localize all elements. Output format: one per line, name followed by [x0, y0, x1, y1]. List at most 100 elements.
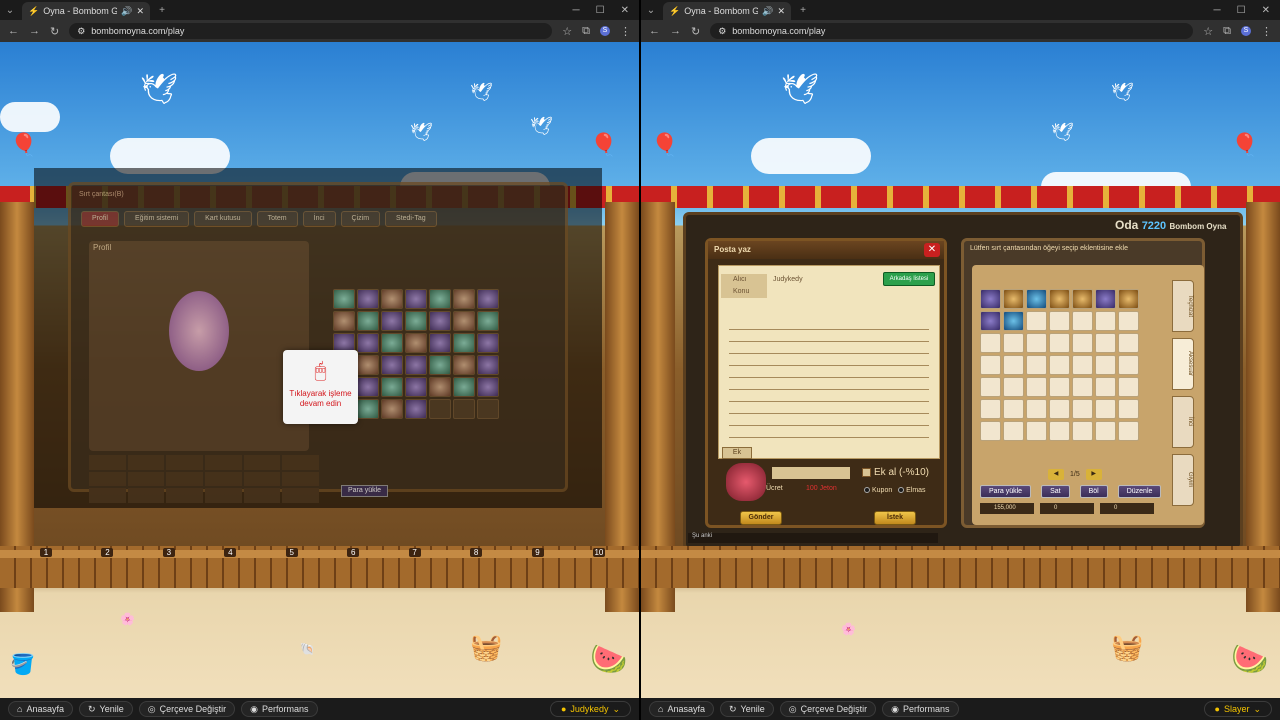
- item-slot[interactable]: [980, 399, 1001, 419]
- speaker-icon[interactable]: 🔊: [121, 6, 132, 17]
- item-slot[interactable]: [477, 333, 499, 353]
- item-slot[interactable]: [333, 289, 355, 309]
- item-slot[interactable]: [333, 311, 355, 331]
- item-slot[interactable]: [453, 311, 475, 331]
- click-continue-prompt[interactable]: 🖱 Tıklayarak işleme devam edin: [283, 350, 358, 424]
- item-slot[interactable]: [429, 355, 451, 375]
- item-slot[interactable]: [477, 377, 499, 397]
- item-slot[interactable]: [381, 377, 403, 397]
- tab-aksesuar[interactable]: Aksesuar: [1172, 338, 1194, 390]
- item-slot[interactable]: [1026, 289, 1047, 309]
- tab-cizim[interactable]: Çizim: [340, 211, 381, 227]
- item-slot[interactable]: [1026, 355, 1047, 375]
- tab-close-icon[interactable]: ✕: [777, 6, 785, 17]
- item-slot[interactable]: [1003, 289, 1024, 309]
- item-slot[interactable]: [357, 311, 379, 331]
- extensions-icon[interactable]: ⧉: [1223, 25, 1231, 38]
- item-slot[interactable]: [405, 333, 427, 353]
- item-slot[interactable]: [1095, 289, 1116, 309]
- item-slot[interactable]: [453, 399, 475, 419]
- item-slot[interactable]: [1003, 399, 1024, 419]
- profile-avatar[interactable]: S: [600, 26, 610, 36]
- item-slot[interactable]: [1049, 421, 1070, 441]
- item-slot[interactable]: [429, 377, 451, 397]
- item-slot[interactable]: [357, 377, 379, 397]
- tab-inci[interactable]: İnci: [1172, 396, 1194, 448]
- browser-tab[interactable]: ⚡ Oyna - Bombom Gizemler 🔊 ✕: [663, 2, 791, 20]
- item-slot[interactable]: [1072, 355, 1093, 375]
- item-slot[interactable]: [1118, 377, 1139, 397]
- send-button[interactable]: Gönder: [740, 511, 782, 525]
- new-tab-icon[interactable]: +: [156, 5, 168, 16]
- item-slot[interactable]: [1095, 311, 1116, 331]
- item-slot[interactable]: [1095, 355, 1116, 375]
- item-slot[interactable]: [405, 355, 427, 375]
- menu-dots-icon[interactable]: ⋮: [620, 25, 631, 38]
- tab-profil[interactable]: Profil: [81, 211, 119, 227]
- refresh-button[interactable]: ↻ Yenile: [78, 701, 133, 717]
- item-slot[interactable]: [1118, 289, 1139, 309]
- maximize-icon[interactable]: ☐: [1237, 5, 1246, 16]
- sell-button[interactable]: Sat: [1041, 485, 1070, 498]
- item-slot[interactable]: [1072, 311, 1093, 331]
- url-field[interactable]: ⚙ bombomoyna.com/play: [69, 23, 553, 39]
- item-slot[interactable]: [1118, 355, 1139, 375]
- close-icon[interactable]: ✕: [924, 243, 940, 257]
- item-slot[interactable]: [1049, 355, 1070, 375]
- item-slot[interactable]: [477, 311, 499, 331]
- item-slot[interactable]: [381, 399, 403, 419]
- tab-list-icon[interactable]: ⌄: [4, 5, 16, 16]
- item-slot[interactable]: [1095, 377, 1116, 397]
- refresh-button[interactable]: ↻ Yenile: [719, 701, 774, 717]
- item-slot[interactable]: [1072, 333, 1093, 353]
- forward-icon[interactable]: →: [29, 25, 40, 37]
- item-slot[interactable]: [1049, 333, 1070, 353]
- tab-stedi[interactable]: Stedi-Tag: [385, 211, 437, 227]
- user-menu[interactable]: ● Judykedy ⌄: [549, 701, 631, 717]
- item-slot[interactable]: [381, 289, 403, 309]
- item-slot[interactable]: [1118, 311, 1139, 331]
- item-slot[interactable]: [357, 289, 379, 309]
- item-slot[interactable]: [1049, 311, 1070, 331]
- item-slot[interactable]: [1003, 377, 1024, 397]
- item-slot[interactable]: [1095, 333, 1116, 353]
- profile-avatar[interactable]: S: [1241, 26, 1251, 36]
- item-slot[interactable]: [429, 399, 451, 419]
- item-slot[interactable]: [405, 311, 427, 331]
- request-button[interactable]: İstek: [874, 511, 916, 525]
- item-slot[interactable]: [453, 333, 475, 353]
- split-button[interactable]: Böl: [1079, 485, 1108, 498]
- bookmark-star-icon[interactable]: ☆: [1203, 25, 1213, 38]
- minimize-icon[interactable]: ─: [573, 5, 580, 16]
- url-field[interactable]: ⚙ bombomoyna.com/play: [710, 23, 1194, 39]
- item-slot[interactable]: [1095, 399, 1116, 419]
- speaker-icon[interactable]: 🔊: [762, 6, 773, 17]
- site-info-icon[interactable]: ⚙: [718, 26, 726, 37]
- tab-kart[interactable]: Kart kutusu: [194, 211, 252, 227]
- tab-totem[interactable]: Totem: [256, 211, 298, 227]
- elmas-radio[interactable]: [898, 487, 905, 494]
- performance-button[interactable]: ◉ Performans: [882, 701, 959, 717]
- minimize-icon[interactable]: ─: [1214, 5, 1221, 16]
- new-tab-icon[interactable]: +: [797, 5, 809, 16]
- item-slot[interactable]: [1072, 421, 1093, 441]
- item-slot[interactable]: [477, 399, 499, 419]
- item-slot[interactable]: [1118, 333, 1139, 353]
- item-slot[interactable]: [1026, 421, 1047, 441]
- item-slot[interactable]: [1118, 399, 1139, 419]
- back-icon[interactable]: ←: [8, 25, 19, 37]
- prev-page-icon[interactable]: ◀: [1048, 469, 1064, 480]
- performance-button[interactable]: ◉ Performans: [241, 701, 318, 717]
- bookmark-star-icon[interactable]: ☆: [562, 25, 572, 38]
- item-slot[interactable]: [405, 399, 427, 419]
- maximize-icon[interactable]: ☐: [596, 5, 605, 16]
- back-icon[interactable]: ←: [649, 25, 660, 37]
- arrange-button[interactable]: Düzenle: [1117, 485, 1162, 498]
- item-slot[interactable]: [381, 333, 403, 353]
- browser-tab[interactable]: ⚡ Oyna - Bombom Gizemler 🔊 ✕: [22, 2, 150, 20]
- item-slot[interactable]: [1049, 399, 1070, 419]
- item-slot[interactable]: [453, 377, 475, 397]
- item-slot[interactable]: [980, 421, 1001, 441]
- item-slot[interactable]: [429, 311, 451, 331]
- reload-icon[interactable]: ↻: [50, 25, 59, 38]
